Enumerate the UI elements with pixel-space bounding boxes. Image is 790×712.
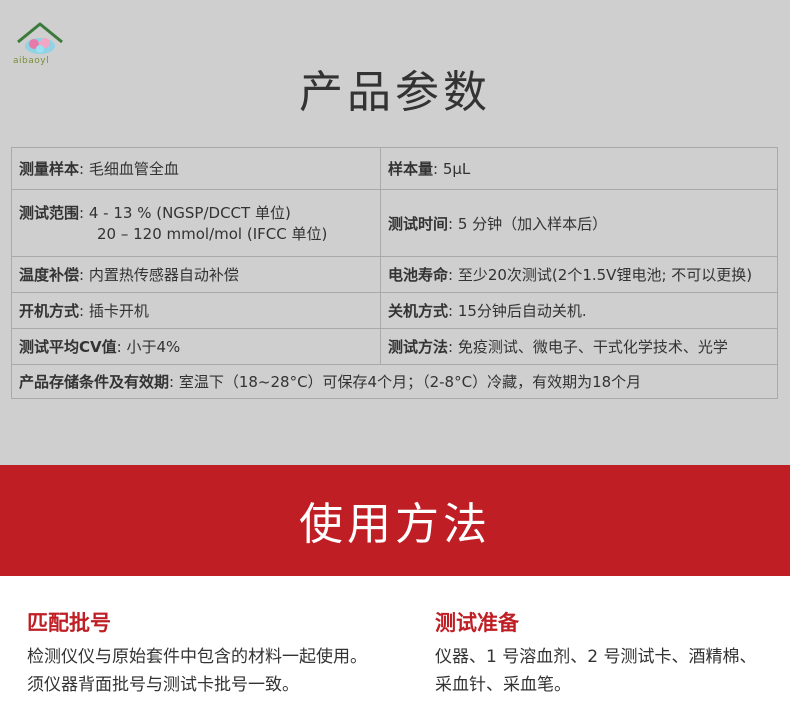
param-cell: 产品存储条件及有效期: 室温下（18~28°C）可保存4个月；（2-8°C）冷藏…	[11, 364, 778, 399]
section-line: 检测仪仪与原始套件中包含的材料一起使用。	[27, 647, 367, 667]
param-value-2: 20 – 120 mmol/mol (IFCC 单位)	[97, 225, 328, 243]
table-row: 测试平均CV值: 小于4% 测试方法: 免疫测试、微电子、干式化学技术、光学	[11, 328, 778, 365]
usage-title: 使用方法	[299, 499, 491, 550]
param-value: 室温下（18~28°C）可保存4个月；（2-8°C）冷藏，有效期为18个月	[178, 373, 642, 391]
param-label: 测试方法	[388, 338, 449, 356]
param-value: 插卡开机	[88, 302, 149, 320]
section-line: 须仪器背面批号与测试卡批号一致。	[27, 675, 299, 695]
table-row: 开机方式: 插卡开机 关机方式: 15分钟后自动关机.	[11, 292, 778, 329]
param-cell: 测试范围: 4 - 13 % (NGSP/DCCT 单位) 20 – 120 m…	[11, 189, 381, 257]
section-title: 测试准备	[435, 611, 519, 635]
param-value: 4 - 13 % (NGSP/DCCT 单位)	[88, 204, 291, 222]
param-cell: 测试时间: 5 分钟（加入样本后）	[380, 189, 778, 257]
param-label: 测试时间	[388, 214, 449, 233]
usage-section-batch: 匹配批号 检测仪仪与原始套件中包含的材料一起使用。 须仪器背面批号与测试卡批号一…	[27, 607, 417, 699]
section-title: 匹配批号	[27, 611, 111, 635]
param-cell: 测量样本: 毛细血管全血	[11, 147, 381, 190]
params-table: 测量样本: 毛细血管全血 样本量: 5μL 测试范围: 4 - 13 % (NG…	[11, 147, 778, 399]
param-value: 小于4%	[126, 338, 181, 356]
param-label: 测试范围	[19, 204, 80, 222]
param-label: 产品存储条件及有效期	[19, 373, 170, 391]
section-line: 仪器、1 号溶血剂、2 号测试卡、酒精棉、	[435, 647, 757, 667]
section-body: 仪器、1 号溶血剂、2 号测试卡、酒精棉、 采血针、采血笔。	[435, 643, 775, 699]
param-value: 毛细血管全血	[88, 160, 179, 178]
table-row: 温度补偿: 内置热传感器自动补偿 电池寿命: 至少20次测试(2个1.5V锂电池…	[11, 256, 778, 293]
param-value: 至少20次测试(2个1.5V锂电池; 不可以更换)	[457, 266, 753, 284]
param-value: 内置热传感器自动补偿	[88, 266, 239, 284]
table-row: 产品存储条件及有效期: 室温下（18~28°C）可保存4个月；（2-8°C）冷藏…	[11, 364, 778, 399]
params-title: 产品参数	[299, 67, 491, 118]
usage-section-prep: 测试准备 仪器、1 号溶血剂、2 号测试卡、酒精棉、 采血针、采血笔。	[435, 607, 775, 699]
section-line: 采血针、采血笔。	[435, 675, 571, 695]
param-value: 5 分钟（加入样本后）	[457, 214, 608, 233]
param-label: 电池寿命	[388, 266, 449, 284]
param-cell: 测试平均CV值: 小于4%	[11, 328, 381, 365]
table-row: 测量样本: 毛细血管全血 样本量: 5μL	[11, 147, 778, 190]
param-label: 关机方式	[388, 302, 449, 320]
section-body: 检测仪仪与原始套件中包含的材料一起使用。 须仪器背面批号与测试卡批号一致。	[27, 643, 417, 699]
param-value: 5μL	[442, 160, 471, 178]
param-value: 15分钟后自动关机.	[457, 302, 587, 320]
param-label: 温度补偿	[19, 266, 80, 284]
param-cell: 样本量: 5μL	[380, 147, 778, 190]
param-label: 测试平均CV值	[19, 338, 117, 356]
param-label: 样本量	[388, 160, 434, 178]
param-cell: 测试方法: 免疫测试、微电子、干式化学技术、光学	[380, 328, 778, 365]
param-cell: 关机方式: 15分钟后自动关机.	[380, 292, 778, 329]
param-label: 测量样本	[19, 160, 80, 178]
param-value: 免疫测试、微电子、干式化学技术、光学	[457, 338, 728, 356]
param-cell: 开机方式: 插卡开机	[11, 292, 381, 329]
param-cell: 电池寿命: 至少20次测试(2个1.5V锂电池; 不可以更换)	[380, 256, 778, 293]
param-cell: 温度补偿: 内置热传感器自动补偿	[11, 256, 381, 293]
param-label: 开机方式	[19, 302, 80, 320]
table-row: 测试范围: 4 - 13 % (NGSP/DCCT 单位) 20 – 120 m…	[11, 189, 778, 257]
